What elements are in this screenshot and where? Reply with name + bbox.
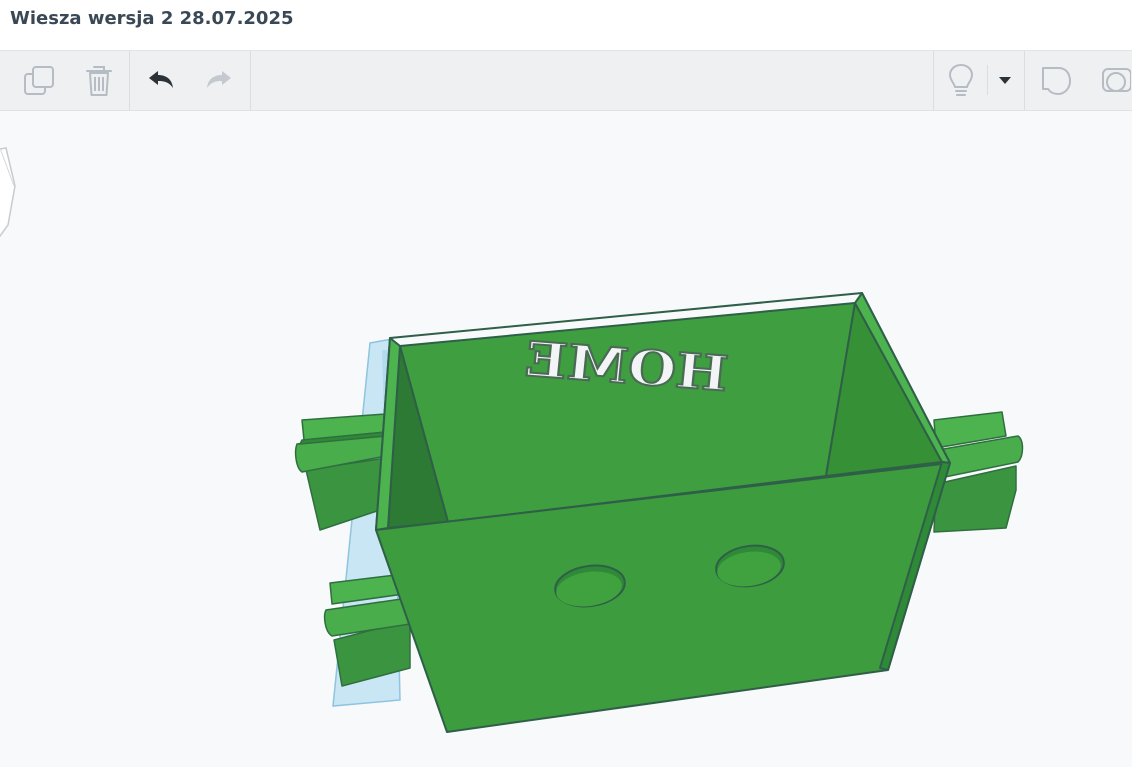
toolbar-divider: [129, 51, 130, 110]
light-options-dropdown[interactable]: [993, 51, 1017, 110]
3d-viewport[interactable]: HOME: [0, 111, 1132, 767]
note-button[interactable]: [1034, 51, 1076, 110]
redo-icon: [207, 70, 231, 88]
delete-button[interactable]: [78, 51, 120, 110]
speech-shape-icon: [1042, 66, 1071, 95]
copy-button[interactable]: [18, 51, 60, 110]
undo-button[interactable]: [140, 51, 182, 110]
title-bar: Wiesza wersja 2 28.07.2025: [0, 0, 1132, 51]
view-cube[interactable]: [0, 147, 16, 237]
toolbar-divider: [250, 51, 251, 110]
trash-icon: [86, 65, 112, 96]
lightbulb-icon: [948, 63, 974, 96]
light-button[interactable]: [940, 51, 982, 110]
copy-icon: [24, 65, 54, 95]
toolbar-divider: [987, 65, 988, 95]
design-title[interactable]: Wiesza wersja 2 28.07.2025: [10, 8, 294, 29]
toolbar-divider: [1024, 51, 1025, 110]
3d-scene[interactable]: HOME: [0, 111, 1132, 767]
toolbar: [0, 51, 1132, 111]
toolbar-divider: [933, 51, 934, 110]
shape-icon: [1102, 67, 1131, 92]
left-upper-rods[interactable]: [294, 413, 387, 531]
undo-icon: [149, 70, 173, 88]
shape-button[interactable]: [1094, 51, 1132, 110]
caret-down-icon: [999, 76, 1011, 84]
redo-button[interactable]: [198, 51, 240, 110]
